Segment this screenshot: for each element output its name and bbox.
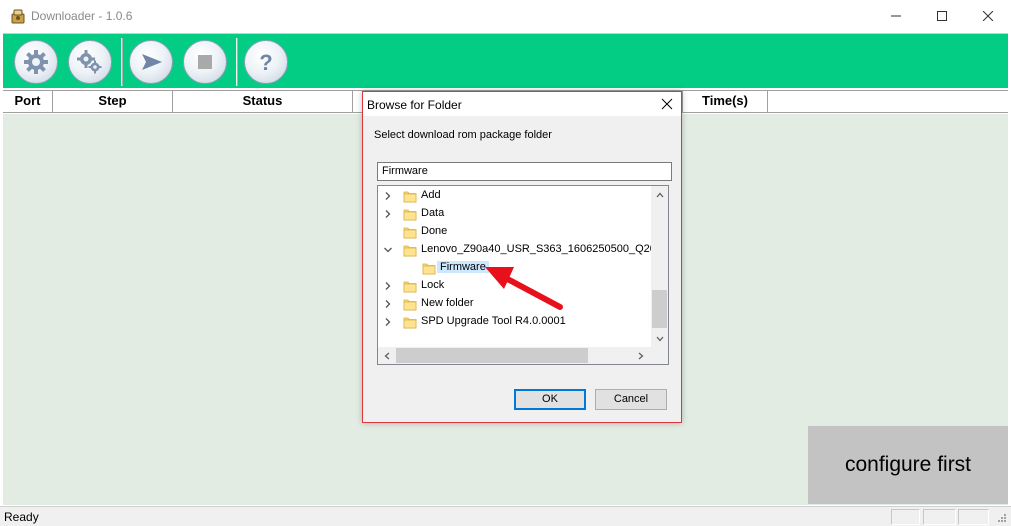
scroll-up-icon[interactable] xyxy=(651,186,668,203)
chevron-down-icon[interactable] xyxy=(383,245,393,255)
column-header-time[interactable]: Time(s) xyxy=(682,91,768,112)
maximize-icon xyxy=(937,11,947,21)
chevron-right-icon[interactable] xyxy=(383,209,393,219)
gear-icon xyxy=(24,50,48,74)
toolbar-separator xyxy=(236,38,238,86)
resize-grip-icon[interactable] xyxy=(995,513,1007,525)
app-icon xyxy=(11,9,25,24)
chevron-right-icon[interactable] xyxy=(383,281,393,291)
close-button[interactable] xyxy=(965,0,1011,32)
status-panel xyxy=(958,509,989,525)
folder-icon xyxy=(403,299,417,311)
play-icon xyxy=(142,54,162,70)
advanced-settings-button[interactable] xyxy=(68,40,112,84)
horizontal-scrollbar[interactable] xyxy=(378,347,668,364)
folder-tree-item[interactable]: Add xyxy=(378,187,652,205)
folder-icon xyxy=(403,245,417,257)
status-text: Ready xyxy=(4,510,39,524)
status-panel xyxy=(891,509,920,525)
folder-tree-label: New folder xyxy=(421,297,474,309)
scroll-left-icon[interactable] xyxy=(378,347,395,364)
folder-icon xyxy=(403,317,417,329)
column-header-status[interactable]: Status xyxy=(173,91,353,112)
dialog-close-icon[interactable] xyxy=(661,98,673,110)
cancel-button[interactable]: Cancel xyxy=(595,389,667,410)
status-bar: Ready xyxy=(0,506,1011,526)
annotation-arrow-icon xyxy=(485,267,563,310)
window-title: Downloader - 1.0.6 xyxy=(31,9,133,23)
column-header-port[interactable]: Port xyxy=(3,91,53,112)
dialog-instruction: Select download rom package folder xyxy=(374,129,552,141)
dialog-title-bar: Browse for Folder xyxy=(363,92,681,116)
folder-tree-item[interactable]: Data xyxy=(378,205,652,223)
svg-text:?: ? xyxy=(259,50,272,75)
maximize-button[interactable] xyxy=(919,0,965,32)
close-icon xyxy=(983,11,993,21)
vertical-scrollbar[interactable] xyxy=(651,186,668,347)
minimize-icon xyxy=(891,15,901,17)
chevron-right-icon[interactable] xyxy=(383,191,393,201)
scroll-right-icon[interactable] xyxy=(632,347,649,364)
chevron-right-icon[interactable] xyxy=(383,299,393,309)
folder-tree-item[interactable]: SPD Upgrade Tool R4.0.0001 xyxy=(378,313,652,331)
folder-tree-label: Lenovo_Z90a40_USR_S363_1606250500_Q202 xyxy=(421,243,662,255)
folder-tree-item[interactable]: Done xyxy=(378,223,652,241)
folder-tree-label: Data xyxy=(421,207,445,219)
status-panel xyxy=(923,509,956,525)
title-bar: Downloader - 1.0.6 xyxy=(0,0,1011,32)
configure-first-notice: configure first xyxy=(808,426,1008,504)
scroll-down-icon[interactable] xyxy=(651,330,668,347)
toolbar-separator xyxy=(121,38,123,86)
help-icon: ? xyxy=(259,50,272,75)
folder-icon xyxy=(403,191,417,203)
folder-icon xyxy=(403,209,417,221)
column-header-step[interactable]: Step xyxy=(53,91,173,112)
folder-path-field[interactable]: Firmware xyxy=(377,162,672,181)
settings-button[interactable] xyxy=(14,40,58,84)
folder-tree-label: Done xyxy=(421,225,448,237)
toolbar: ? xyxy=(3,33,1008,88)
folder-icon xyxy=(403,281,417,293)
folder-tree-label: SPD Upgrade Tool R4.0.0001 xyxy=(421,315,566,327)
help-button[interactable]: ? xyxy=(244,40,288,84)
stop-button[interactable] xyxy=(183,40,227,84)
folder-tree-label: Add xyxy=(421,189,441,201)
dialog-title: Browse for Folder xyxy=(367,98,462,112)
start-button[interactable] xyxy=(129,40,173,84)
horizontal-scroll-thumb[interactable] xyxy=(396,348,588,363)
gears-icon xyxy=(77,50,102,74)
minimize-button[interactable] xyxy=(873,0,919,32)
chevron-right-icon[interactable] xyxy=(383,317,393,327)
vertical-scroll-thumb[interactable] xyxy=(652,290,667,328)
stop-icon xyxy=(198,55,212,69)
folder-tree-label: Lock xyxy=(421,279,445,291)
folder-icon xyxy=(422,263,436,275)
ok-button[interactable]: OK xyxy=(514,389,586,410)
folder-icon xyxy=(403,227,417,239)
